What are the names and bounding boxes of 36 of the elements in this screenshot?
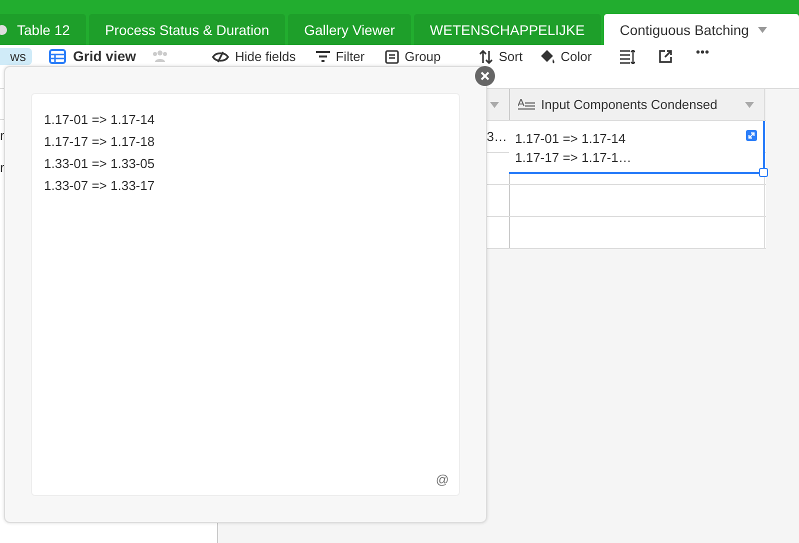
editor-line: 1.33-01 => 1.33-05 <box>44 155 156 173</box>
toolbar-button[interactable]: Group <box>380 48 445 65</box>
paint-bucket-icon <box>538 49 555 64</box>
sort-icon <box>478 50 493 64</box>
row-text: r <box>0 160 4 175</box>
cell-text: 1.17-17 => 1.17-1… <box>515 149 632 167</box>
text-editor[interactable]: 1.17-01 => 1.17-14 1.17-17 => 1.17-18 1.33-01 => 1.33-05 1.33-07 => 1.33-17 @ <box>31 93 460 496</box>
caret-icon[interactable] <box>758 26 767 32</box>
editor-line: 1.33-07 => 1.33-17 <box>44 177 156 195</box>
row-text: r <box>0 128 4 143</box>
eye-slash-icon <box>212 50 230 62</box>
view-name[interactable]: Grid view <box>73 48 136 65</box>
filter-icon <box>316 51 330 62</box>
toolbar-button[interactable]: Color <box>534 48 596 65</box>
more-icon[interactable] <box>696 50 709 54</box>
views-button[interactable]: ws <box>0 48 32 65</box>
expanded-cell[interactable]: 1.17-01 => 1.17-14 1.17-17 => 1.17-1… <box>509 121 765 174</box>
toolbar-button[interactable]: Sort <box>474 48 527 65</box>
table-dot-icon <box>0 24 7 34</box>
expand-icon[interactable] <box>746 130 757 141</box>
editor-line: 1.17-17 => 1.17-18 <box>44 133 156 151</box>
long-text-icon <box>518 98 535 110</box>
table-tab[interactable]: Contiguous Batching <box>604 14 799 45</box>
cell-text: 1.17-01 => 1.17-14 <box>515 130 627 148</box>
toolbar-button[interactable]: Filter <box>312 48 369 65</box>
fill-handle[interactable] <box>759 168 768 177</box>
grid-icon <box>49 49 66 64</box>
list-box-icon <box>384 50 399 64</box>
editor-line: 1.17-01 => 1.17-14 <box>44 111 156 129</box>
caret-icon[interactable] <box>490 102 499 108</box>
mention-button[interactable]: @ <box>436 472 449 487</box>
close-icon[interactable] <box>475 66 495 86</box>
share-icon[interactable] <box>658 50 672 63</box>
caret-icon[interactable] <box>745 102 754 108</box>
toolbar-button[interactable]: Hide fields <box>208 48 300 65</box>
row-height-icon[interactable] <box>620 50 635 64</box>
